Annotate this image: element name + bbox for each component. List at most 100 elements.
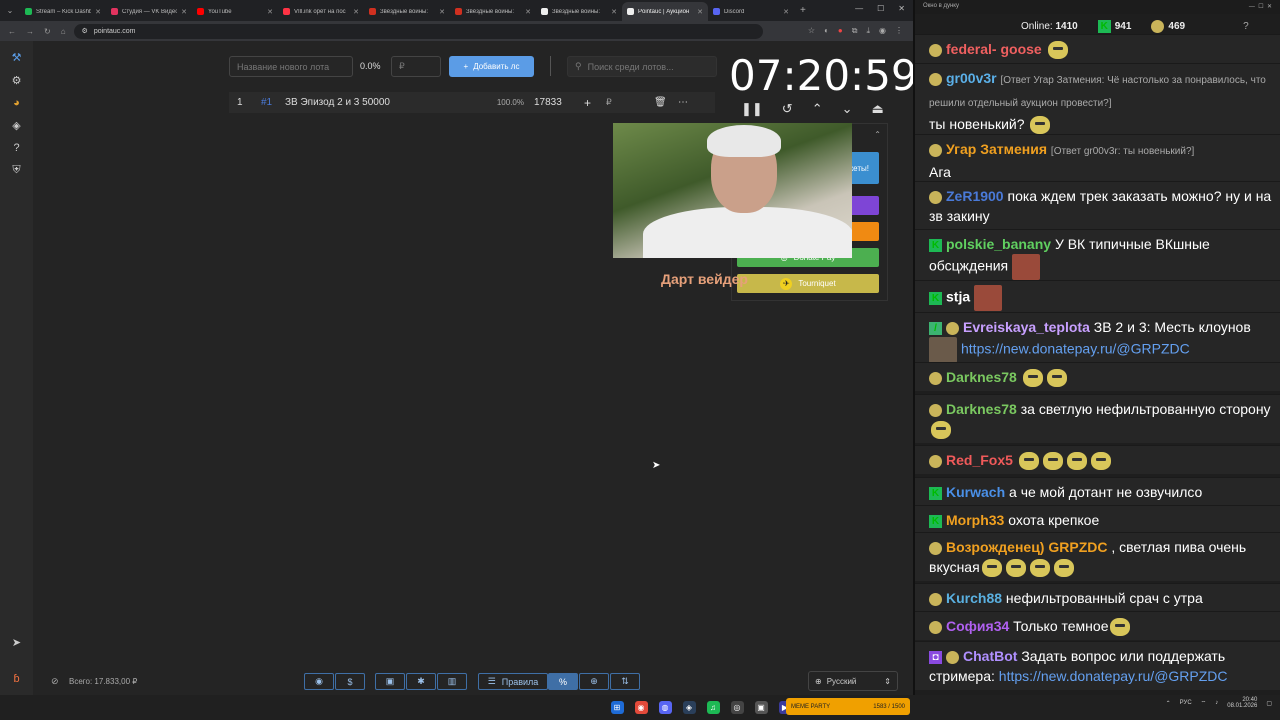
spotify-icon[interactable]: ♫ [706, 701, 720, 714]
tab-starwars-3[interactable]: Звёздные войны: ✕ [536, 2, 622, 21]
save-button[interactable]: ▣ [375, 673, 405, 690]
download-icon[interactable]: ⤓ [866, 26, 870, 36]
discord-icon[interactable]: ◍ [658, 701, 672, 714]
bug-button[interactable]: ✱ [406, 673, 436, 690]
donate-icon[interactable]: ɓ [13, 673, 19, 685]
lot-name[interactable]: ЗВ Эпизод 2 и 3 50000 [285, 97, 485, 108]
add-amount-icon[interactable]: + [584, 96, 606, 110]
pause-icon[interactable]: ❚❚ [741, 101, 763, 117]
auction-icon[interactable]: ⚒ [12, 51, 22, 64]
tab-youtube[interactable]: YouTube ✕ [192, 2, 278, 21]
reset-icon[interactable]: ↺ [782, 101, 793, 117]
tab-search-icon[interactable]: ⌄ [0, 6, 20, 15]
tab-vll[interactable]: VIll.ink орёт на пос ✕ [278, 2, 364, 21]
notification-icon[interactable]: ▢ [1266, 700, 1272, 707]
emote-icon [1029, 559, 1050, 578]
settings-icon[interactable]: ⚙ [12, 74, 22, 87]
hide-icon[interactable]: ⊘ [51, 676, 59, 687]
emote-icon [1018, 452, 1039, 471]
rules-button[interactable]: ☰ Правила [478, 673, 548, 690]
emote-badge-icon [929, 143, 942, 157]
kick-icon: K [929, 486, 942, 500]
tab-kick[interactable]: Stream – Kick Dashb ✕ [20, 2, 106, 21]
emote-badge-icon [929, 620, 942, 634]
close-icon[interactable]: ✕ [525, 8, 531, 16]
chevron-up-icon[interactable]: ⌃ [874, 130, 881, 139]
profile-icon[interactable]: ◉ [879, 26, 886, 36]
collapse-icon[interactable]: ⏏ [872, 101, 884, 117]
tab-starwars-1[interactable]: Звёздные войны: ✕ [364, 2, 450, 21]
tab-discord[interactable]: Discord ✕ [708, 2, 794, 21]
home-icon[interactable]: ⌂ [61, 27, 66, 36]
star-icon[interactable]: ☆ [808, 26, 815, 36]
tab-starwars-2[interactable]: Звёздные войны: ✕ [450, 2, 536, 21]
app-icon[interactable]: ▣ [754, 701, 768, 714]
layers-icon[interactable]: ◈ [12, 119, 20, 132]
site-info-icon[interactable]: ⚙ [82, 27, 88, 35]
menu-icon[interactable]: ⋮ [895, 26, 903, 36]
split-button[interactable]: ⊕ [579, 673, 609, 690]
lot-id: #1 [261, 97, 273, 108]
github-button[interactable]: ◉ [304, 673, 334, 690]
tab-pointauc[interactable]: Pointauc | Аукцион ✕ [622, 2, 708, 21]
chrome-icon[interactable]: ◉ [634, 701, 648, 714]
tab-vk[interactable]: Студия — VK Видео ✕ [106, 2, 192, 21]
app-icon[interactable]: ◎ [730, 701, 744, 714]
back-icon[interactable]: ← [8, 27, 16, 36]
lot-name-input[interactable]: Название нового лота [229, 56, 353, 77]
clock[interactable]: 20:40 08.01.2026 [1227, 697, 1257, 709]
close-icon[interactable]: ✕ [439, 8, 445, 16]
chevron-down-icon[interactable]: ⌄ [842, 101, 853, 117]
puzzle-icon[interactable]: ⧉ [852, 26, 858, 36]
telegram-icon[interactable]: ➤ [12, 636, 21, 649]
close-icon[interactable]: ✕ [783, 8, 789, 16]
lot-search-input[interactable]: ⚲ Поиск среди лотов... [567, 56, 717, 77]
dollar-button[interactable]: $ [335, 673, 365, 690]
extension-icon[interactable]: ● [838, 26, 843, 36]
globe-icon: ⊕ [815, 676, 822, 686]
minimize-button[interactable]: — [855, 4, 863, 13]
emote-icon [1042, 452, 1063, 471]
shield-icon[interactable]: ⛨ [12, 164, 20, 177]
forward-icon[interactable]: → [26, 27, 34, 36]
lot-amount: 17833 [534, 97, 562, 108]
close-icon[interactable]: ✕ [611, 8, 617, 16]
chevron-up-icon[interactable]: ⌃ [812, 101, 823, 117]
tourniquet-button[interactable]: ✈ Tourniquet [737, 274, 879, 293]
help-icon[interactable]: ? [13, 142, 19, 154]
help-icon[interactable]: ? [1243, 21, 1249, 32]
lot-number: 1 [237, 97, 243, 108]
window-controls[interactable]: — ☐ ✕ [1249, 3, 1272, 11]
percent-button[interactable]: % [548, 673, 578, 690]
close-window-button[interactable]: ✕ [898, 4, 905, 13]
extension-icon[interactable]: ◐ [824, 26, 829, 36]
maximize-button[interactable]: ☐ [877, 4, 884, 13]
start-icon[interactable]: ⊞ [610, 701, 624, 714]
media-widget[interactable]: MEME PARTY 1583 / 1500 [786, 698, 910, 715]
close-icon[interactable]: ✕ [353, 8, 359, 16]
trash-icon[interactable]: 🗑 [654, 97, 678, 108]
sort-button[interactable]: ⇅ [610, 673, 640, 690]
lot-row[interactable]: 1 #1 ЗВ Эпизод 2 и 3 50000 100.0% 17833 … [229, 92, 715, 113]
chevron-up-icon[interactable]: ⌃ [1166, 700, 1171, 707]
chat-message: Угар Затмения [Ответ gr00v3r: ты новеньк… [915, 134, 1280, 186]
amount-input[interactable]: ₽ [391, 56, 441, 77]
more-icon[interactable]: ⋯ [678, 97, 688, 108]
language-select[interactable]: ⊕ Русский ⇕ [808, 671, 898, 691]
wheel-icon[interactable]: ◕ [13, 97, 20, 109]
volume-icon[interactable]: ♪ [1215, 700, 1218, 706]
close-icon[interactable]: ✕ [181, 8, 187, 16]
steam-icon[interactable]: ◈ [682, 701, 696, 714]
bug-icon: ✱ [417, 676, 425, 686]
close-icon[interactable]: ✕ [267, 8, 273, 16]
window-controls: — ☐ ✕ [847, 0, 913, 17]
clear-button[interactable]: ▥ [437, 673, 467, 690]
new-tab-button[interactable]: + [794, 5, 806, 16]
url-field[interactable]: ⚙ pointauc.com [73, 23, 763, 39]
add-lot-button[interactable]: + Добавить лс [449, 56, 534, 77]
dollar-icon: $ [347, 676, 353, 687]
close-icon[interactable]: ✕ [697, 8, 703, 16]
close-icon[interactable]: ✕ [95, 8, 101, 16]
wifi-icon[interactable]: ⌔ [1201, 699, 1207, 707]
reload-icon[interactable]: ↻ [44, 27, 51, 36]
